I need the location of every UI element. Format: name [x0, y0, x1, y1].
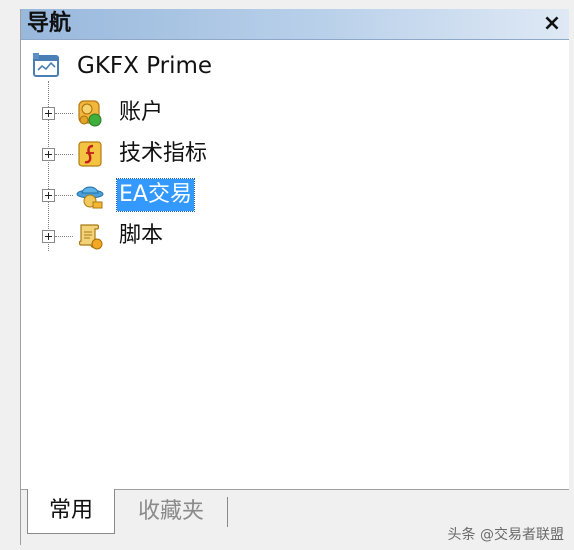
- tree-item-label: EA交易: [116, 178, 195, 212]
- terminal-icon: [33, 53, 59, 77]
- expert-advisor-icon: [76, 186, 104, 209]
- close-button[interactable]: ×: [541, 12, 563, 36]
- expand-expert-advisors-button[interactable]: [42, 189, 55, 202]
- tree-branch-line: [55, 154, 73, 155]
- tree-root-label: GKFX Prime: [77, 53, 213, 79]
- tree-branch-line: [55, 113, 73, 114]
- expand-indicators-button[interactable]: [42, 148, 55, 161]
- tree-item-scripts[interactable]: 脚本: [21, 220, 321, 252]
- accounts-icon: [78, 100, 102, 127]
- indicators-icon: [78, 141, 102, 167]
- tree-item-label: 脚本: [119, 223, 164, 248]
- expand-accounts-button[interactable]: [42, 107, 55, 120]
- scripts-icon: [78, 224, 103, 250]
- tree-item-expert-advisors[interactable]: EA交易: [21, 178, 321, 212]
- navigator-panel: 导航 × GKFX Prime 账户 技术指标 EA交易 脚本 常用 收藏夹: [20, 9, 569, 546]
- tab-common[interactable]: 常用: [27, 489, 115, 534]
- tree-item-label: 技术指标: [119, 141, 208, 166]
- expand-scripts-button[interactable]: [42, 230, 55, 243]
- navigator-tree: GKFX Prime 账户 技术指标 EA交易 脚本: [21, 41, 569, 491]
- navigator-title-bar[interactable]: 导航 ×: [21, 9, 569, 40]
- tree-branch-line: [55, 195, 73, 196]
- watermark-text: 头条 @交易者联盟: [447, 527, 564, 543]
- tree-branch-line: [55, 236, 73, 237]
- navigator-title: 导航: [27, 11, 72, 36]
- tree-item-indicators[interactable]: 技术指标: [21, 138, 321, 170]
- tab-favorites[interactable]: 收藏夹: [115, 497, 228, 527]
- tree-item-label: 账户: [119, 100, 164, 125]
- tree-item-accounts[interactable]: 账户: [21, 97, 321, 129]
